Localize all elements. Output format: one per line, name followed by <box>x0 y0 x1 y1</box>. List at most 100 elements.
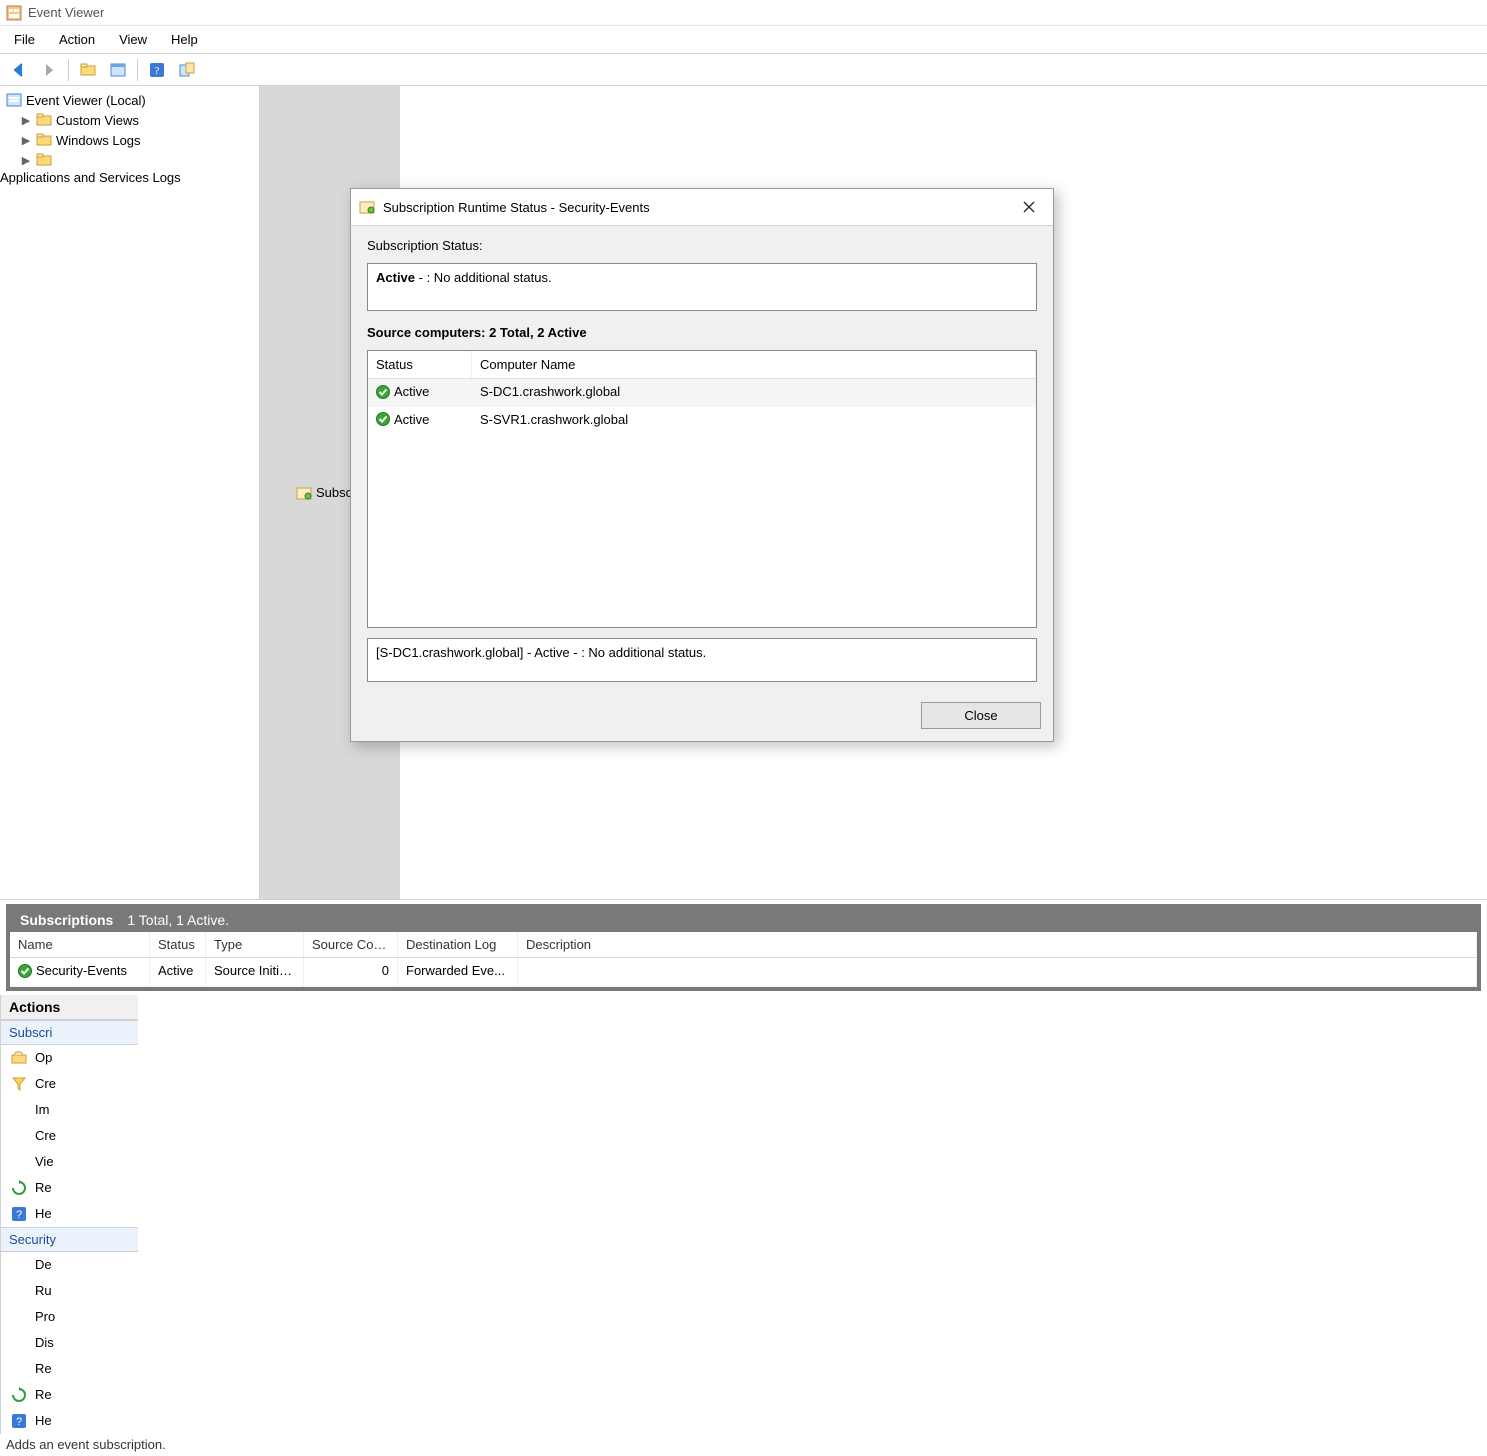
source-computers-list[interactable]: Status Computer Name Active S-DC1.crashw… <box>367 350 1037 628</box>
cell-name: Security-Events <box>36 963 127 978</box>
menu-file[interactable]: File <box>4 28 45 51</box>
grid-header[interactable]: Name Status Type Source Com... Destinati… <box>10 932 1477 958</box>
action-label: Pro <box>35 1309 55 1324</box>
action-open-saved-log[interactable]: Op <box>1 1045 138 1071</box>
tree-item-windows-logs[interactable]: ▶ Windows Logs <box>0 130 259 150</box>
folder-icon <box>36 132 52 148</box>
tree-item-label: Applications and Services Logs <box>0 170 181 185</box>
action-label: He <box>35 1206 52 1221</box>
refresh-icon <box>11 1387 27 1403</box>
blank-icon <box>11 1283 27 1299</box>
back-button[interactable] <box>6 58 32 82</box>
col-dest[interactable]: Destination Log <box>398 932 518 957</box>
action-runtime-status[interactable]: Ru <box>1 1278 138 1304</box>
main-header: Subscriptions 1 Total, 1 Active. <box>10 908 1477 932</box>
menu-action[interactable]: Action <box>49 28 105 51</box>
panel-icon <box>179 62 195 78</box>
action-retry[interactable]: Re <box>1 1356 138 1382</box>
svg-text:?: ? <box>16 1416 22 1428</box>
action-label: Op <box>35 1050 52 1065</box>
funnel-icon <box>11 1076 27 1092</box>
folder-icon <box>36 152 52 168</box>
col-source[interactable]: Source Com... <box>304 932 398 957</box>
source-list-header[interactable]: Status Computer Name <box>368 351 1036 379</box>
expander-icon[interactable]: ▶ <box>20 114 32 127</box>
action-disable[interactable]: Dis <box>1 1330 138 1356</box>
dialog-close-button[interactable] <box>1013 195 1045 219</box>
actions-title: Actions <box>1 995 138 1020</box>
expander-icon[interactable]: ▶ <box>20 134 32 147</box>
action-help[interactable]: ? He <box>1 1201 138 1227</box>
blank-icon <box>11 1309 27 1325</box>
action-properties[interactable]: Pro <box>1 1304 138 1330</box>
status-active-text: Active <box>376 270 415 285</box>
src-col-name[interactable]: Computer Name <box>472 351 1036 378</box>
properties-button[interactable] <box>105 58 131 82</box>
dialog-titlebar[interactable]: Subscription Runtime Status - Security-E… <box>351 189 1053 226</box>
source-computer-row[interactable]: Active S-DC1.crashwork.global <box>368 379 1036 407</box>
action-label: Re <box>35 1180 52 1195</box>
help-icon: ? <box>11 1206 27 1222</box>
action-label: Re <box>35 1387 52 1402</box>
export-button[interactable] <box>174 58 200 82</box>
grid-body[interactable]: Security-Events Active Source Initia... … <box>10 958 1477 987</box>
title-text: Event Viewer <box>28 5 104 20</box>
action-label: De <box>35 1257 52 1272</box>
expander-icon[interactable]: ▶ <box>20 154 32 167</box>
actions-group1-title: Subscri <box>1 1020 138 1045</box>
tree-item-app-services-logs[interactable]: ▶ <box>0 150 259 170</box>
action-import[interactable]: Im <box>1 1097 138 1123</box>
detail-post: - : No additional status. <box>570 645 707 660</box>
src-col-status[interactable]: Status <box>368 351 472 378</box>
col-name[interactable]: Name <box>10 932 150 957</box>
col-desc[interactable]: Description <box>518 932 1477 957</box>
actions-pane: Actions Subscri Op Cre Im Cre Vie Re ? H <box>0 995 138 1434</box>
navigation-tree[interactable]: Event Viewer (Local) ▶ Custom Views ▶ Wi… <box>0 86 260 899</box>
back-arrow-icon <box>11 62 27 78</box>
col-type[interactable]: Type <box>206 932 304 957</box>
subscription-status-label: Subscription Status: <box>367 238 1037 253</box>
menu-view[interactable]: View <box>109 28 157 51</box>
tree-root-label: Event Viewer (Local) <box>26 93 146 108</box>
action-create-subscription[interactable]: Cre <box>1 1123 138 1149</box>
action-label: Cre <box>35 1128 56 1143</box>
action-help-2[interactable]: ? He <box>1 1408 138 1434</box>
folder-icon <box>36 112 52 128</box>
action-create-view[interactable]: Cre <box>1 1071 138 1097</box>
tree-item-label: Windows Logs <box>56 133 141 148</box>
actions-group2-title: Security <box>1 1227 138 1252</box>
menu-help[interactable]: Help <box>161 28 208 51</box>
subscription-row[interactable]: Security-Events Active Source Initia... … <box>10 958 1477 987</box>
source-detail-box[interactable]: [S-DC1.crashwork.global] - Active - : No… <box>367 638 1037 682</box>
action-delete[interactable]: De <box>1 1252 138 1278</box>
forward-button[interactable] <box>36 58 62 82</box>
folder-icon <box>80 62 96 78</box>
action-label: Vie <box>35 1154 54 1169</box>
subscription-status-box[interactable]: Active - : No additional status. <box>367 263 1037 311</box>
close-icon <box>1023 201 1035 213</box>
forward-arrow-icon <box>41 62 57 78</box>
action-label: Re <box>35 1361 52 1376</box>
blank-icon <box>11 1128 27 1144</box>
tree-item-custom-views[interactable]: ▶ Custom Views <box>0 110 259 130</box>
help-button[interactable]: ? <box>144 58 170 82</box>
active-check-icon <box>376 385 390 399</box>
toolbar: ? <box>0 54 1487 86</box>
source-computer-row[interactable]: Active S-SVR1.crashwork.global <box>368 407 1036 435</box>
col-status[interactable]: Status <box>150 932 206 957</box>
tree-root[interactable]: Event Viewer (Local) <box>0 90 259 110</box>
detail-strong: Active <box>534 645 569 660</box>
action-view[interactable]: Vie <box>1 1149 138 1175</box>
close-button[interactable]: Close <box>921 702 1041 729</box>
cell-type: Source Initia... <box>206 958 304 986</box>
show-hide-tree-button[interactable] <box>75 58 101 82</box>
action-label: Dis <box>35 1335 54 1350</box>
action-refresh-2[interactable]: Re <box>1 1382 138 1408</box>
dialog-title-text: Subscription Runtime Status - Security-E… <box>383 200 1013 215</box>
src-row-status: Active <box>394 384 429 399</box>
help-icon: ? <box>149 62 165 78</box>
main-content: Subscriptions 1 Total, 1 Active. Name St… <box>6 904 1481 991</box>
action-refresh[interactable]: Re <box>1 1175 138 1201</box>
detail-pre: [S-DC1.crashwork.global] - <box>376 645 534 660</box>
action-label: Im <box>35 1102 49 1117</box>
